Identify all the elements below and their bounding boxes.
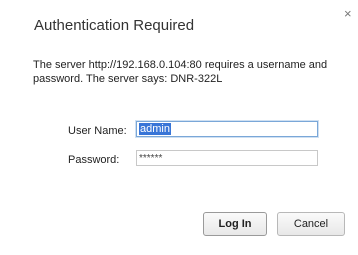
password-label: Password:	[68, 154, 120, 166]
username-label: User Name:	[68, 125, 127, 137]
username-value: admin	[139, 123, 171, 135]
dialog-message: The server http://192.168.0.104:80 requi…	[33, 59, 328, 85]
login-button[interactable]: Log In	[203, 212, 267, 236]
cancel-button[interactable]: Cancel	[277, 212, 345, 236]
auth-dialog: × Authentication Required The server htt…	[0, 0, 358, 255]
close-icon[interactable]: ×	[344, 7, 352, 20]
username-input[interactable]: admin	[136, 121, 318, 137]
password-input[interactable]: ******	[136, 150, 318, 166]
dialog-title: Authentication Required	[34, 17, 195, 34]
password-value: ******	[139, 153, 163, 164]
